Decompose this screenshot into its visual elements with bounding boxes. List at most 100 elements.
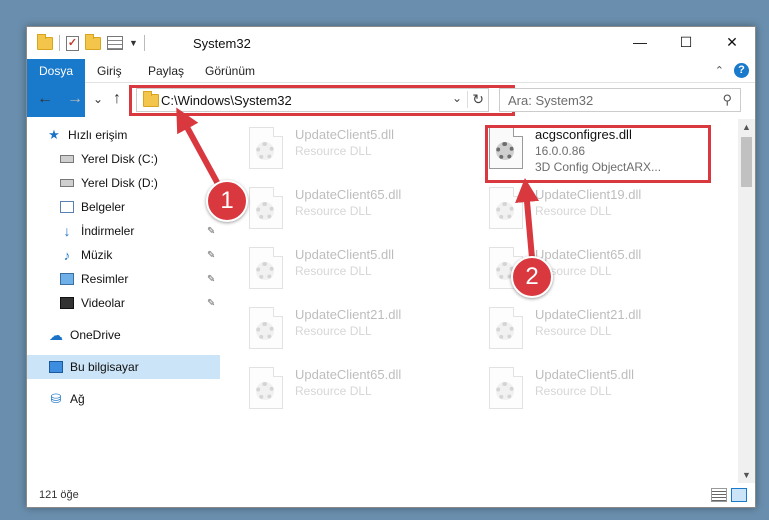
file-item[interactable]: UpdateClient19.dll Resource DLL bbox=[467, 181, 697, 239]
forward-button[interactable]: → bbox=[67, 90, 83, 108]
details-view-icon[interactable] bbox=[711, 488, 727, 502]
search-box[interactable]: Ara: System32 ⚲ bbox=[499, 88, 741, 112]
minimize-button[interactable]: — bbox=[617, 27, 663, 57]
videos-icon bbox=[60, 297, 74, 309]
file-type: Resource DLL bbox=[295, 144, 372, 158]
refresh-icon[interactable]: ↻ bbox=[467, 91, 484, 108]
music-icon: ♪ bbox=[63, 247, 71, 263]
file-type: Resource DLL bbox=[295, 264, 372, 278]
search-input[interactable]: Ara: System32 bbox=[508, 93, 593, 108]
address-dropdown-icon[interactable]: ⌄ bbox=[452, 91, 462, 105]
file-name: UpdateClient5.dll bbox=[295, 247, 395, 262]
sidebar-item-label: Müzik bbox=[81, 248, 113, 262]
list-properties-icon[interactable] bbox=[107, 36, 123, 50]
sidebar-item-quick-access[interactable]: ★ Hızlı erişim bbox=[27, 123, 220, 147]
file-type: Resource DLL bbox=[295, 324, 372, 338]
tab-view[interactable]: Görünüm bbox=[205, 59, 255, 83]
recent-locations-button[interactable]: ⌄ bbox=[93, 92, 103, 106]
file-list: UpdateClient5.dll Resource DLL UpdateCli… bbox=[227, 119, 737, 483]
file-item[interactable]: UpdateClient65.dll Resource DLL bbox=[467, 241, 697, 299]
sidebar-item-onedrive[interactable]: ☁ OneDrive bbox=[27, 323, 220, 347]
tiles-view-icon[interactable] bbox=[731, 488, 747, 502]
navigation-bar: ← → ⌄ ↑ C:\Windows\System32 ⌄ ↻ Ara: Sys… bbox=[27, 85, 755, 116]
help-icon[interactable]: ? bbox=[734, 63, 749, 78]
title-bar: ✓ ▼ System32 — ☐ ✕ bbox=[27, 27, 755, 59]
file-item[interactable]: UpdateClient5.dll Resource DLL bbox=[467, 361, 697, 419]
item-count: 121 öğe bbox=[39, 489, 79, 501]
window-controls: — ☐ ✕ bbox=[617, 27, 755, 57]
folder-icon bbox=[37, 33, 53, 50]
divider bbox=[143, 35, 145, 51]
sidebar-item-disk-c[interactable]: Yerel Disk (C:) bbox=[27, 147, 220, 171]
file-type: Resource DLL bbox=[535, 324, 612, 338]
sidebar-item-label: Resimler bbox=[81, 272, 129, 286]
dll-file-icon bbox=[249, 367, 283, 409]
sidebar-item-music[interactable]: ♪ Müzik ✎ bbox=[27, 243, 220, 267]
tab-share[interactable]: Paylaş bbox=[148, 59, 184, 83]
sidebar-item-label: Bu bilgisayar bbox=[70, 360, 139, 374]
file-type: Resource DLL bbox=[535, 384, 612, 398]
dll-file-icon bbox=[489, 187, 523, 229]
documents-icon bbox=[60, 201, 74, 213]
sidebar-item-this-pc[interactable]: Bu bilgisayar bbox=[27, 355, 220, 379]
step-1-badge: 1 bbox=[206, 180, 248, 222]
file-item[interactable]: UpdateClient5.dll Resource DLL bbox=[227, 121, 457, 179]
sidebar-item-disk-d[interactable]: Yerel Disk (D:) bbox=[27, 171, 220, 195]
pin-icon: ✎ bbox=[207, 249, 216, 261]
file-type: Resource DLL bbox=[535, 204, 612, 218]
ribbon-tabs: Dosya Giriş Paylaş Görünüm ⌃ ? bbox=[27, 59, 755, 117]
star-icon: ★ bbox=[48, 127, 60, 142]
file-name: UpdateClient21.dll bbox=[535, 307, 642, 322]
up-button[interactable]: ↑ bbox=[113, 90, 121, 108]
tab-home[interactable]: Giriş bbox=[97, 59, 122, 83]
explorer-window: ✓ ▼ System32 — ☐ ✕ Dosya Giriş Paylaş Gö… bbox=[26, 26, 756, 508]
collapse-ribbon-icon[interactable]: ⌃ bbox=[715, 64, 724, 77]
scroll-up-icon[interactable]: ▲ bbox=[738, 119, 755, 135]
sidebar-item-documents[interactable]: Belgeler ✎ bbox=[27, 195, 220, 219]
sidebar-item-label: OneDrive bbox=[70, 328, 121, 342]
file-name: UpdateClient65.dll bbox=[295, 367, 402, 382]
file-description: 3D Config ObjectARX... bbox=[535, 160, 662, 174]
dll-file-icon bbox=[249, 307, 283, 349]
scroll-down-icon[interactable]: ▼ bbox=[738, 467, 755, 483]
downloads-icon: ↓ bbox=[63, 223, 71, 239]
sidebar-item-pictures[interactable]: Resimler ✎ bbox=[27, 267, 220, 291]
sidebar-item-label: Yerel Disk (D:) bbox=[81, 176, 158, 190]
scroll-thumb[interactable] bbox=[741, 137, 752, 187]
sidebar-item-label: Hızlı erişim bbox=[68, 128, 128, 142]
new-folder-icon[interactable] bbox=[85, 33, 101, 50]
sidebar-item-label: İndirmeler bbox=[81, 224, 135, 238]
file-item[interactable]: UpdateClient65.dll Resource DLL bbox=[227, 181, 457, 239]
sidebar-item-videos[interactable]: Videolar ✎ bbox=[27, 291, 220, 315]
file-item[interactable]: UpdateClient21.dll Resource DLL bbox=[227, 301, 457, 359]
dll-file-icon bbox=[249, 187, 283, 229]
window-title: System32 bbox=[193, 36, 251, 51]
step-2-badge: 2 bbox=[511, 256, 553, 298]
address-bar[interactable]: C:\Windows\System32 ⌄ ↻ bbox=[136, 88, 489, 112]
qat-dropdown-icon[interactable]: ▼ bbox=[129, 38, 138, 48]
file-name: acgsconfigres.dll bbox=[535, 127, 632, 142]
vertical-scrollbar[interactable]: ▲ ▼ bbox=[738, 119, 755, 483]
properties-check-icon[interactable]: ✓ bbox=[66, 35, 79, 51]
dll-file-icon bbox=[249, 127, 283, 169]
file-item[interactable]: UpdateClient65.dll Resource DLL bbox=[227, 361, 457, 419]
folder-icon bbox=[143, 91, 159, 107]
pin-icon: ✎ bbox=[207, 273, 216, 285]
maximize-button[interactable]: ☐ bbox=[663, 27, 709, 57]
disk-icon bbox=[60, 155, 74, 163]
file-item[interactable]: UpdateClient5.dll Resource DLL bbox=[227, 241, 457, 299]
sidebar-item-label: Yerel Disk (C:) bbox=[81, 152, 158, 166]
back-button[interactable]: ← bbox=[37, 90, 53, 108]
close-button[interactable]: ✕ bbox=[709, 27, 755, 57]
sidebar-item-label: Belgeler bbox=[81, 200, 126, 214]
file-item[interactable]: UpdateClient21.dll Resource DLL bbox=[467, 301, 697, 359]
disk-icon bbox=[60, 179, 74, 187]
search-icon[interactable]: ⚲ bbox=[722, 92, 732, 108]
file-name: UpdateClient65.dll bbox=[295, 187, 402, 202]
file-type: Resource DLL bbox=[295, 204, 372, 218]
sidebar-item-network[interactable]: ⛁ Ağ bbox=[27, 387, 220, 411]
target-dll-file[interactable]: acgsconfigres.dll 16.0.0.86 3D Config Ob… bbox=[467, 121, 697, 179]
file-version: 16.0.0.86 bbox=[535, 144, 586, 158]
sidebar-item-downloads[interactable]: ↓ İndirmeler ✎ bbox=[27, 219, 220, 243]
quick-access-toolbar: ✓ ▼ bbox=[37, 33, 145, 51]
